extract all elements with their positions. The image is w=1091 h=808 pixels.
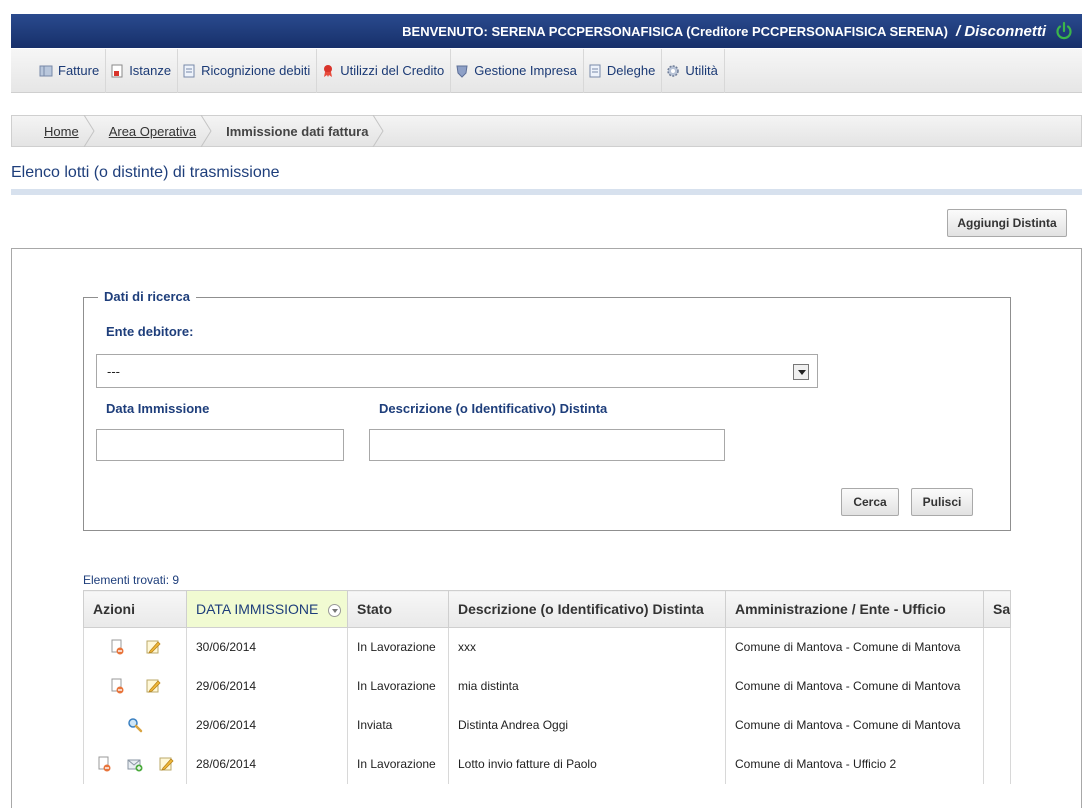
menu-item-label: Utilizzi del Credito (340, 63, 445, 78)
menu-item-label: Istanze (129, 63, 172, 78)
row-date: 29/06/2014 (186, 666, 348, 706)
power-icon[interactable] (1054, 21, 1074, 41)
ente-debitore-value: --- (107, 363, 120, 379)
view-icon[interactable] (127, 717, 143, 733)
row-actions (83, 627, 187, 667)
chevron-down-icon[interactable] (793, 364, 809, 380)
row-date: 28/06/2014 (186, 744, 348, 784)
menu-item-label: Utilità (685, 63, 718, 78)
page-icon (183, 64, 195, 77)
gear-icon (667, 64, 680, 77)
row-date: 30/06/2014 (186, 627, 348, 667)
row-administration: Comune di Mantova - Comune di Mantova (725, 666, 984, 706)
page-icon (589, 64, 601, 77)
row-actions (83, 705, 187, 745)
chevron-right-icon (373, 115, 385, 147)
table-row: 30/06/2014 In Lavorazione xxx Comune di … (83, 627, 1011, 667)
table-header-row: Azioni DATA IMMISSIONE Stato Descrizione… (83, 590, 1011, 628)
menu-item-utilita[interactable]: Utilità (662, 48, 725, 93)
page-title: Elenco lotti (o distinte) di trasmission… (11, 164, 280, 181)
breadcrumb-home[interactable]: Home (44, 124, 109, 139)
edit-icon[interactable] (145, 639, 161, 655)
descrizione-input[interactable] (369, 429, 725, 461)
column-header-stato[interactable]: Stato (347, 590, 449, 628)
menu-item-label: Deleghe (606, 63, 656, 78)
title-divider (11, 189, 1082, 195)
logout-link[interactable]: / Disconnetti (956, 23, 1046, 40)
row-description: Lotto invio fatture di Paolo (448, 744, 726, 784)
delete-icon[interactable] (109, 639, 125, 655)
row-state: In Lavorazione (347, 627, 449, 667)
table-row: 29/06/2014 In Lavorazione mia distinta C… (83, 666, 1011, 706)
results-count: Elementi trovati: 9 (83, 573, 180, 587)
data-immissione-label: Data Immissione (106, 401, 210, 416)
content-panel: Dati di ricerca Ente debitore: --- Data … (11, 248, 1082, 808)
document-icon (111, 64, 123, 77)
menu-item-istanze[interactable]: Istanze (106, 48, 179, 93)
delete-icon[interactable] (109, 678, 125, 694)
row-actions (83, 666, 187, 706)
menu-item-fatture[interactable]: Fatture (35, 48, 107, 93)
search-legend: Dati di ricerca (98, 289, 196, 304)
row-description: xxx (448, 627, 726, 667)
row-administration: Comune di Mantova - Comune di Mantova (725, 627, 984, 667)
ente-debitore-select[interactable]: --- (96, 354, 818, 388)
main-menu: Fatture Istanze Ricognizione debiti Util… (11, 48, 1082, 93)
search-fieldset: Dati di ricerca Ente debitore: --- Data … (83, 289, 1011, 531)
search-button[interactable]: Cerca (841, 488, 899, 516)
ribbon-icon (324, 64, 333, 77)
shield-icon (456, 65, 468, 78)
row-administration: Comune di Mantova - Comune di Mantova (725, 705, 984, 745)
row-date: 29/06/2014 (186, 705, 348, 745)
column-header-descrizione[interactable]: Descrizione (o Identificativo) Distinta (448, 590, 726, 628)
send-icon[interactable] (127, 756, 143, 772)
row-actions (83, 744, 187, 784)
row-state: Inviata (347, 705, 449, 745)
row-sa (983, 744, 1011, 784)
row-state: In Lavorazione (347, 744, 449, 784)
row-administration: Comune di Mantova - Ufficio 2 (725, 744, 984, 784)
chevron-right-icon (200, 115, 212, 147)
descrizione-label: Descrizione (o Identificativo) Distinta (379, 401, 608, 416)
column-header-amministrazione[interactable]: Amministrazione / Ente - Ufficio (725, 590, 984, 628)
top-header-bar: BENVENUTO: SERENA PCCPERSONAFISICA (Cred… (11, 14, 1082, 48)
edit-icon[interactable] (145, 678, 161, 694)
row-description: Distinta Andrea Oggi (448, 705, 726, 745)
chevron-right-icon (83, 115, 95, 147)
row-state: In Lavorazione (347, 666, 449, 706)
column-header-azioni: Azioni (83, 590, 187, 628)
menu-item-label: Ricognizione debiti (201, 63, 311, 78)
column-header-data-immissione[interactable]: DATA IMMISSIONE (186, 590, 348, 628)
add-distinta-button[interactable]: Aggiungi Distinta (947, 209, 1067, 237)
column-header-label: DATA IMMISSIONE (196, 601, 319, 617)
clear-button[interactable]: Pulisci (911, 488, 973, 516)
breadcrumb: Home Area Operativa Immissione dati fatt… (11, 115, 1082, 147)
menu-item-deleghe[interactable]: Deleghe (584, 48, 663, 93)
menu-item-ricognizione-debiti[interactable]: Ricognizione debiti (178, 48, 318, 93)
column-header-sa[interactable]: Sa (983, 590, 1011, 628)
menu-item-label: Fatture (58, 63, 100, 78)
edit-icon[interactable] (158, 756, 174, 772)
welcome-text: BENVENUTO: SERENA PCCPERSONAFISICA (Cred… (402, 23, 948, 39)
row-sa (983, 666, 1011, 706)
results-table: Azioni DATA IMMISSIONE Stato Descrizione… (83, 590, 1011, 784)
menu-item-gestione-impresa[interactable]: Gestione Impresa (451, 48, 584, 93)
delete-icon[interactable] (96, 756, 112, 772)
sort-desc-icon[interactable] (328, 603, 342, 617)
table-row: 29/06/2014 Inviata Distinta Andrea Oggi … (83, 705, 1011, 745)
row-sa (983, 627, 1011, 667)
menu-item-utilizzi-credito[interactable]: Utilizzi del Credito (317, 48, 452, 93)
invoices-icon (39, 65, 53, 76)
row-sa (983, 705, 1011, 745)
menu-item-label: Gestione Impresa (474, 63, 577, 78)
table-row: 28/06/2014 In Lavorazione Lotto invio fa… (83, 744, 1011, 784)
ente-debitore-label: Ente debitore: (106, 324, 194, 339)
row-description: mia distinta (448, 666, 726, 706)
data-immissione-input[interactable] (96, 429, 344, 461)
